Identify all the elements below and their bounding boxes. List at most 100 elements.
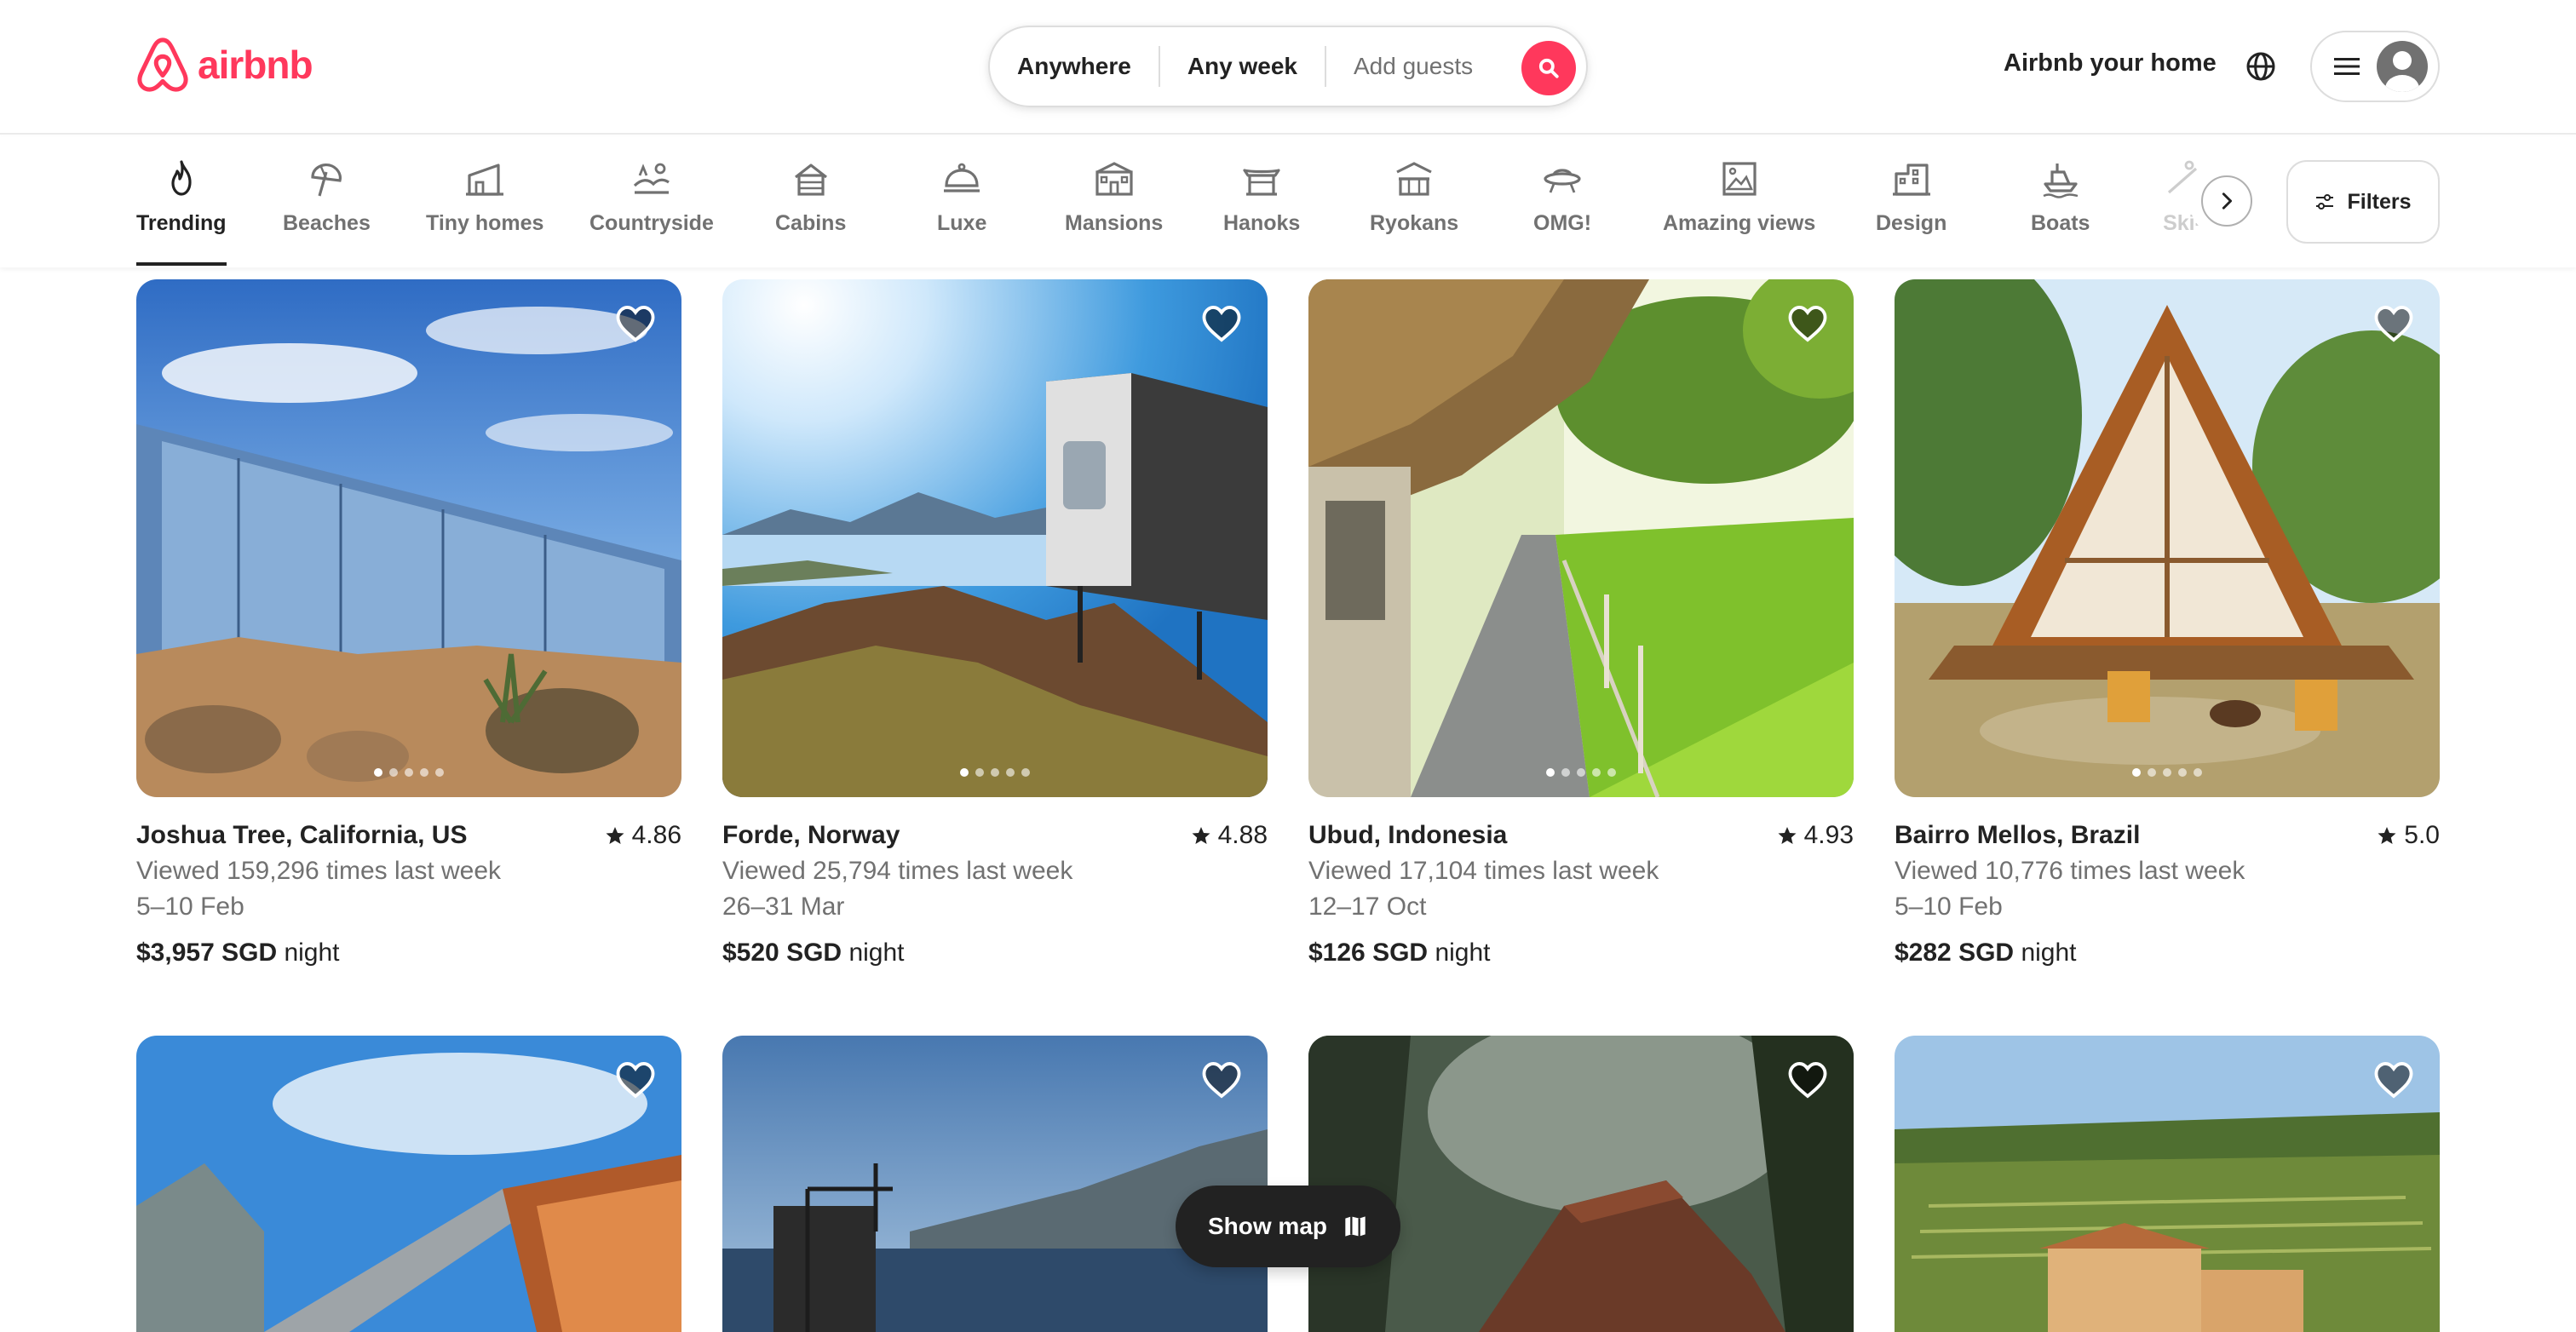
heart-icon[interactable] [615, 1061, 656, 1099]
countryside-icon [633, 163, 670, 194]
active-category-underline [136, 262, 227, 266]
category-scroll-next-button[interactable] [2201, 175, 2252, 227]
listing-price: $126 SGD night [1308, 935, 1854, 971]
listing-photo-image [136, 1036, 681, 1332]
listing-photo[interactable] [136, 279, 681, 797]
category-label: Mansions [1065, 211, 1164, 235]
listing-card[interactable] [722, 1036, 1268, 1332]
listing-card[interactable]: Forde, Norway 4.88 Viewed 25,794 times l… [722, 279, 1268, 971]
search-submit-button[interactable] [1521, 41, 1576, 95]
heart-icon[interactable] [615, 305, 656, 342]
umbrella-icon [311, 164, 342, 197]
listing-price: $282 SGD night [1895, 935, 2440, 971]
category-label: Design [1876, 211, 1947, 235]
heart-icon[interactable] [1201, 305, 1242, 342]
heart-icon[interactable] [2373, 305, 2414, 342]
category-label: Ski- [2163, 211, 2202, 235]
listing-views: Viewed 10,776 times last week [1895, 857, 2245, 885]
listing-rating: 5.0 [2377, 818, 2440, 853]
airbnb-your-home-link[interactable]: Airbnb your home [2004, 49, 2217, 78]
category-omg[interactable]: OMG! [1533, 158, 1591, 236]
category-tiny-homes[interactable]: Tiny homes [426, 158, 543, 236]
category-hanoks[interactable]: Hanoks [1223, 158, 1300, 236]
listing-photo-image [1308, 1036, 1854, 1332]
category-trending[interactable]: Trending [136, 158, 227, 266]
listing-photo[interactable] [1895, 279, 2440, 797]
globe-icon[interactable] [2245, 51, 2276, 82]
category-label: Boats [2031, 211, 2090, 235]
boat-icon [2043, 164, 2079, 198]
category-ski[interactable]: Ski- [2162, 158, 2203, 236]
hamburger-icon [2334, 58, 2360, 75]
rating-value: 4.86 [631, 821, 681, 849]
search-any-week-button[interactable]: Any week [1160, 53, 1325, 80]
listing-photo-image [722, 1036, 1268, 1332]
airbnb-logo[interactable]: airbnb [136, 36, 313, 94]
design-building-icon [1892, 164, 1930, 196]
listing-photo[interactable] [1895, 1036, 2440, 1332]
listing-photo-image [136, 279, 681, 797]
airbnb-logo-icon [137, 37, 188, 92]
filters-button[interactable]: Filters [2286, 160, 2440, 244]
category-design[interactable]: Design [1876, 158, 1946, 236]
rating-value: 4.88 [1217, 821, 1268, 849]
hanok-icon [1243, 169, 1280, 196]
search-anywhere-button[interactable]: Anywhere [990, 53, 1159, 80]
search-bar[interactable]: Anywhere Any week Add guests [988, 26, 1588, 107]
logo-wordmark: airbnb [198, 43, 313, 87]
listing-photo[interactable] [722, 279, 1268, 797]
category-label: Trending [136, 211, 227, 235]
listing-card[interactable]: Bairro Mellos, Brazil 5.0 Viewed 10,776 … [1895, 279, 2440, 971]
user-menu-button[interactable] [2310, 31, 2440, 102]
listing-photo[interactable] [1308, 1036, 1854, 1332]
listing-info: Ubud, Indonesia 4.93 Viewed 17,104 times… [1308, 818, 1854, 971]
category-beaches[interactable]: Beaches [283, 158, 371, 236]
heart-icon[interactable] [2373, 1061, 2414, 1099]
category-ryokans[interactable]: Ryokans [1370, 158, 1458, 236]
filters-label: Filters [2347, 189, 2412, 214]
show-map-label: Show map [1207, 1213, 1327, 1239]
category-cabins[interactable]: Cabins [775, 158, 846, 236]
show-map-button[interactable]: Show map [1176, 1186, 1400, 1267]
category-luxe[interactable]: Luxe [937, 158, 986, 236]
top-header: airbnb Anywhere Any week Add guests Airb… [0, 0, 2576, 135]
listing-photo-image [722, 279, 1268, 797]
category-amazing-views[interactable]: Amazing views [1663, 158, 1815, 236]
rating-value: 5.0 [2404, 821, 2440, 849]
search-add-guests-button[interactable]: Add guests [1326, 53, 1500, 80]
price-amount: $3,957 SGD [136, 939, 278, 967]
category-countryside[interactable]: Countryside [589, 158, 714, 236]
user-avatar-icon [2377, 41, 2428, 92]
mansion-icon [1095, 162, 1133, 196]
listing-card[interactable]: Ubud, Indonesia 4.93 Viewed 17,104 times… [1308, 279, 1854, 971]
price-unit: night [848, 939, 905, 967]
search-icon [1538, 58, 1559, 78]
ski-icon [2167, 160, 2198, 194]
listing-info: Bairro Mellos, Brazil 5.0 Viewed 10,776 … [1895, 818, 2440, 971]
category-mansions[interactable]: Mansions [1065, 158, 1163, 236]
listing-photo[interactable] [722, 1036, 1268, 1332]
listing-dates: 5–10 Feb [1895, 893, 2003, 921]
listing-card[interactable] [1308, 1036, 1854, 1332]
listing-photo-image [1895, 1036, 2440, 1332]
photo-pagination-dots [1308, 768, 1854, 777]
listing-photo[interactable] [1308, 279, 1854, 797]
listing-price: $520 SGD night [722, 935, 1268, 971]
price-amount: $520 SGD [722, 939, 842, 967]
ryokan-icon [1396, 162, 1432, 196]
listing-photo[interactable] [136, 1036, 681, 1332]
listing-card[interactable] [136, 1036, 681, 1332]
photo-pagination-dots [1895, 768, 2440, 777]
photo-pagination-dots [722, 768, 1268, 777]
price-amount: $126 SGD [1308, 939, 1429, 967]
category-label: Beaches [283, 211, 371, 235]
heart-icon[interactable] [1787, 305, 1828, 342]
category-boats[interactable]: Boats [2031, 158, 2090, 236]
heart-icon[interactable] [1201, 1061, 1242, 1099]
listing-card[interactable] [1895, 1036, 2440, 1332]
heart-icon[interactable] [1787, 1061, 1828, 1099]
listing-rating: 4.93 [1777, 818, 1854, 853]
listing-card[interactable]: Joshua Tree, California, US 4.86 Viewed … [136, 279, 681, 971]
price-unit: night [2021, 939, 2077, 967]
sliders-icon [2316, 194, 2334, 210]
